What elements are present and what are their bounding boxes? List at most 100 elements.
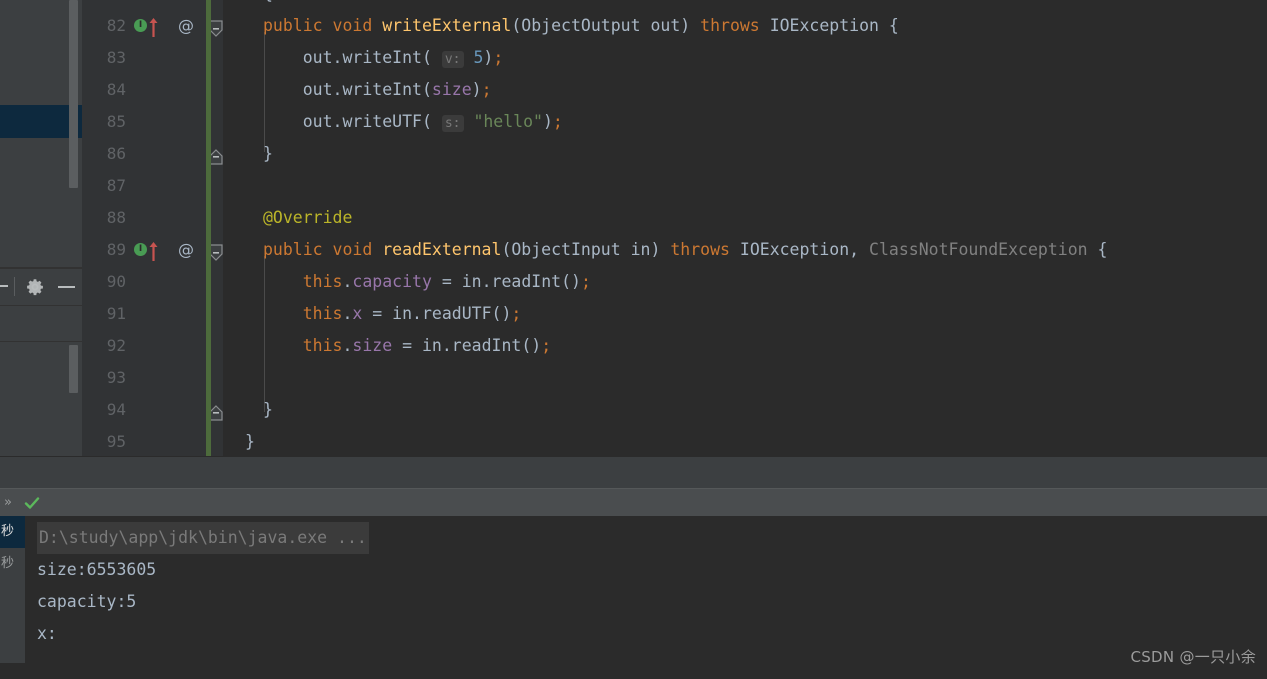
code-line[interactable]: this.capacity = in.readInt(); xyxy=(82,266,1267,298)
code-editor[interactable]: 82@83848586878889@909192939495 {public v… xyxy=(82,0,1267,456)
code-token: size xyxy=(352,336,393,355)
ide-window: 82@83848586878889@909192939495 {public v… xyxy=(0,0,1267,679)
code-token: v: xyxy=(441,51,464,68)
code-token: () xyxy=(491,304,512,323)
code-token: } xyxy=(263,144,273,163)
console-output-line: size:6553605 xyxy=(37,560,157,579)
gear-icon[interactable] xyxy=(26,278,44,296)
code-token: ; xyxy=(481,80,492,99)
code-token: readInt xyxy=(451,336,522,355)
code-token: = xyxy=(362,304,393,323)
code-token: ; xyxy=(541,336,552,355)
left-tool-panel[interactable] xyxy=(0,0,82,456)
code-line-text: } xyxy=(245,426,255,456)
code-token: . xyxy=(481,272,492,291)
code-token: { xyxy=(1087,240,1108,259)
toolbar-separator xyxy=(14,277,15,296)
code-line[interactable]: { xyxy=(82,0,1267,10)
code-token: ) xyxy=(483,48,494,67)
code-line[interactable]: public void readExternal(ObjectInput in)… xyxy=(82,234,1267,266)
code-token: ; xyxy=(493,48,504,67)
test-tree-row[interactable]: 秒 xyxy=(0,516,25,548)
code-token: = xyxy=(392,336,422,355)
code-token: ) xyxy=(650,240,671,259)
code-token: ( xyxy=(421,112,442,131)
code-line-text: { xyxy=(263,0,273,10)
watermark-text: CSDN @一只小余 xyxy=(1130,648,1256,666)
code-line-text: out.writeUTF( s: "hello"); xyxy=(263,106,563,140)
code-line[interactable]: this.size = in.readInt(); xyxy=(82,330,1267,362)
code-token: ClassNotFoundException xyxy=(869,240,1088,259)
code-line-text: this.size = in.readInt(); xyxy=(263,330,551,362)
code-token: } xyxy=(263,400,273,419)
code-line-text: @Override xyxy=(263,202,352,234)
code-line-text: out.writeInt( v: 5); xyxy=(263,42,503,76)
code-line[interactable]: out.writeUTF( s: "hello"); xyxy=(82,106,1267,138)
code-token: readUTF xyxy=(421,304,492,323)
code-token: . xyxy=(342,272,353,291)
code-token: throws xyxy=(670,240,740,259)
left-panel-scrollbar-thumb[interactable] xyxy=(69,0,78,188)
code-token: () xyxy=(561,272,581,291)
code-token: ; xyxy=(580,272,591,291)
code-token: 5 xyxy=(473,48,484,67)
minus-icon[interactable] xyxy=(58,286,75,288)
code-token: public xyxy=(263,240,333,259)
test-tree-row[interactable]: 秒 xyxy=(0,548,25,580)
code-token: . xyxy=(332,48,343,67)
code-token: void xyxy=(332,16,383,35)
code-line[interactable]: out.writeInt( v: 5); xyxy=(82,42,1267,74)
code-token: ) xyxy=(542,112,553,131)
code-line[interactable]: this.x = in.readUTF(); xyxy=(82,298,1267,330)
code-line-text: } xyxy=(263,394,273,426)
code-line[interactable]: public void writeExternal(ObjectOutput o… xyxy=(82,10,1267,42)
code-token: () xyxy=(521,336,542,355)
code-token: in xyxy=(620,240,651,259)
panel-mini-toolbar[interactable] xyxy=(0,268,82,306)
code-token: out xyxy=(263,48,333,67)
editor-console-splitter[interactable] xyxy=(0,456,1267,489)
code-line[interactable]: } xyxy=(82,138,1267,170)
code-line[interactable] xyxy=(82,362,1267,394)
code-token: writeExternal xyxy=(382,16,512,35)
code-line[interactable]: @Override xyxy=(82,202,1267,234)
code-token: IOException xyxy=(739,240,850,259)
code-token: in xyxy=(461,272,482,291)
code-token: ObjectInput xyxy=(511,240,621,259)
code-token: x xyxy=(352,304,363,323)
code-token: . xyxy=(342,304,353,323)
code-token: out xyxy=(263,112,333,131)
code-line[interactable]: out.writeInt(size); xyxy=(82,74,1267,106)
code-token: ) xyxy=(680,16,701,35)
code-line[interactable]: } xyxy=(82,426,1267,456)
code-token: . xyxy=(412,304,422,323)
code-token: this xyxy=(263,272,343,291)
code-token: . xyxy=(441,336,452,355)
code-token: void xyxy=(332,240,383,259)
code-token: . xyxy=(332,112,343,131)
run-console[interactable]: D:\study\app\jdk\bin\java.exe ... size:65… xyxy=(25,516,1267,679)
code-token: { xyxy=(263,0,273,3)
code-token: s: xyxy=(441,115,464,132)
code-token: this xyxy=(263,336,343,355)
code-token: readExternal xyxy=(382,240,502,259)
code-token: this xyxy=(263,304,343,323)
code-token: out xyxy=(263,80,333,99)
left-panel-lower-scrollbar-thumb[interactable] xyxy=(69,345,78,393)
code-line[interactable] xyxy=(82,170,1267,202)
code-token: capacity xyxy=(352,272,432,291)
code-token: . xyxy=(332,80,343,99)
test-results-tree[interactable]: 秒 秒 xyxy=(0,516,25,663)
expand-chevrons-icon[interactable]: » xyxy=(4,489,12,517)
code-line[interactable]: } xyxy=(82,394,1267,426)
code-token: readInt xyxy=(491,272,562,291)
code-token: ( xyxy=(511,16,522,35)
code-token: writeInt xyxy=(342,48,422,67)
code-token: { xyxy=(878,16,899,35)
collapse-arrow-icon[interactable] xyxy=(0,285,8,287)
console-output-line: capacity:5 xyxy=(37,592,137,611)
code-token: size xyxy=(431,80,472,99)
code-line-text: this.x = in.readUTF(); xyxy=(263,298,522,330)
